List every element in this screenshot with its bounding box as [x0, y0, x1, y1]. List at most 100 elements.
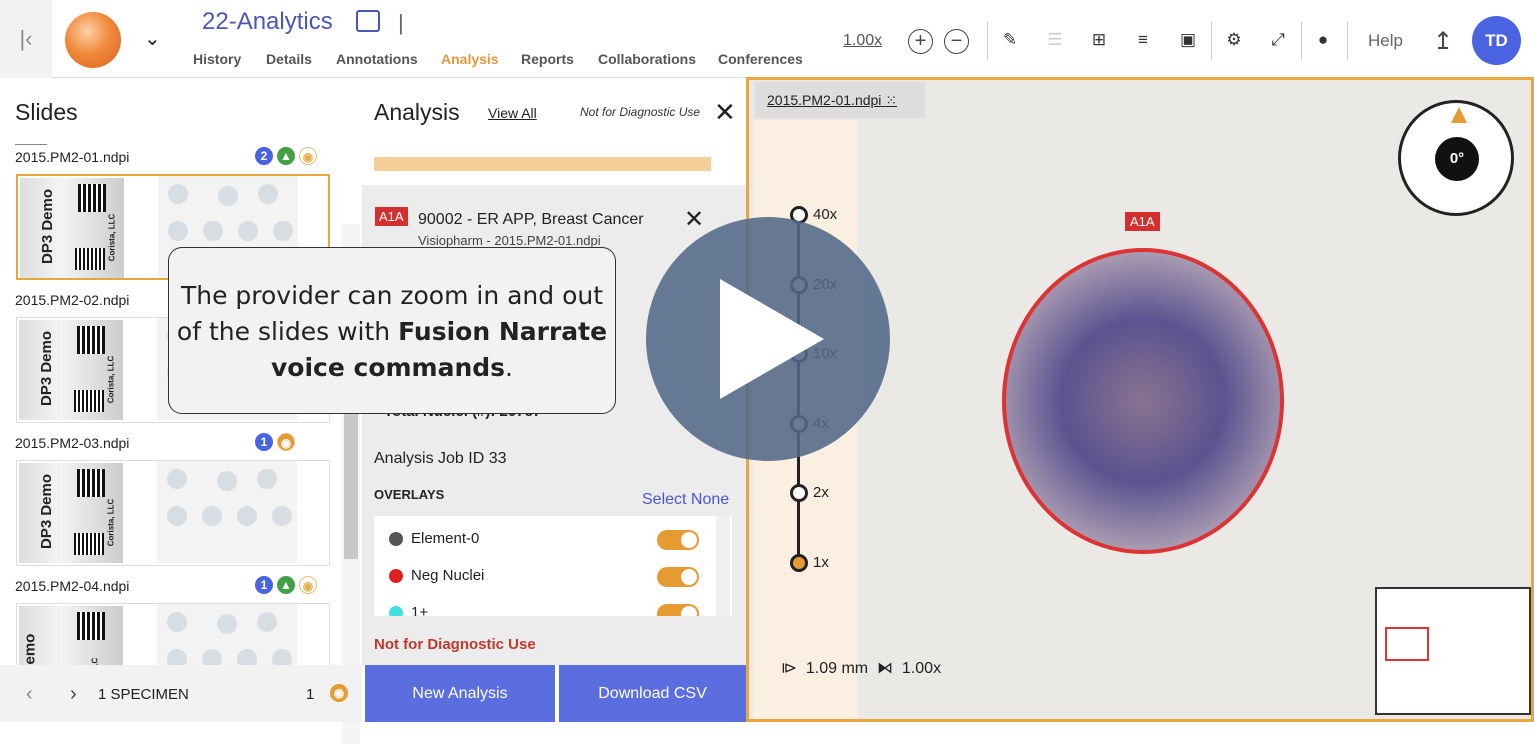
logo — [65, 12, 121, 68]
overlay-color-dot — [389, 531, 403, 546]
qr-code — [77, 612, 105, 640]
overlay-list: Element-0 Neg Nuclei 1+ — [374, 516, 732, 616]
tab-history[interactable]: History — [193, 51, 241, 67]
job-subtitle: Visiopharm - 2015.PM2-01.ndpi — [418, 233, 601, 248]
scale-length: 1.09 mm — [805, 660, 869, 677]
prev-page-icon[interactable]: ‹ — [26, 683, 33, 706]
overlay-item: 1+ — [389, 604, 428, 616]
grid-icon[interactable]: ⊞ — [1088, 30, 1110, 52]
zoom-stop[interactable] — [790, 553, 808, 572]
close-icon[interactable]: ✕ — [684, 205, 704, 234]
annotation-tag: A1A — [375, 207, 408, 226]
minimap[interactable] — [1375, 587, 1531, 715]
avatar[interactable]: TD — [1472, 16, 1521, 65]
eye-icon: ◉ — [277, 433, 295, 451]
sliders-icon[interactable]: ≡ — [1132, 30, 1154, 52]
vendor-text: Corista, LLC — [106, 355, 116, 404]
annotation-tag[interactable]: A1A — [1125, 212, 1160, 231]
overlay-toggle[interactable] — [657, 567, 699, 587]
layers-icon: ☰ — [1047, 30, 1063, 49]
tissue-core — [218, 186, 238, 206]
palette-icon[interactable]: ● — [1312, 30, 1334, 52]
flask-icon: ▲ — [277, 576, 295, 594]
tutorial-callout: The provider can zoom in and out of the … — [168, 247, 616, 414]
tab-analysis[interactable]: Analysis — [441, 51, 499, 67]
specimen-count: 1 SPECIMEN — [98, 686, 189, 703]
tab-collaborations[interactable]: Collaborations — [598, 51, 696, 67]
divider — [15, 144, 47, 145]
pencil-icon[interactable]: ✎ — [999, 30, 1021, 52]
slide-badges: 1 ◉ — [255, 433, 295, 451]
minimap-viewport[interactable] — [1385, 627, 1429, 661]
overlay-name: Element-0 — [411, 530, 480, 547]
slide-name[interactable]: 2015.PM2-04.ndpi — [15, 578, 129, 594]
next-page-icon[interactable]: › — [70, 683, 77, 706]
label-text: DP3 Demo — [38, 330, 56, 407]
overlay-toggle[interactable] — [657, 530, 699, 550]
slide-thumbnail[interactable]: DP3 Demo Corista, LLC — [16, 460, 330, 566]
divider: | — [398, 10, 404, 35]
divider — [1347, 22, 1348, 60]
collapse-sidebar-icon[interactable]: |‹ — [0, 0, 52, 78]
overlay-toggle[interactable] — [657, 604, 699, 616]
job-title: 90002 - ER APP, Breast Cancer — [418, 211, 644, 228]
gear-icon[interactable]: ⚙ — [1223, 30, 1245, 52]
divider — [1301, 22, 1302, 60]
barcode — [75, 248, 105, 270]
qr-code — [77, 469, 105, 497]
slide-badges: 1 ▲ ◉ — [255, 576, 317, 594]
analysis-count-badge: 1 — [255, 576, 273, 594]
zoom-stop-label[interactable]: 1x — [813, 554, 829, 571]
rotation-compass[interactable]: 0° — [1398, 100, 1514, 216]
zoom-out-icon[interactable]: − — [944, 29, 969, 54]
upload-icon[interactable]: ↥ — [1433, 27, 1453, 56]
qr-code — [78, 184, 106, 212]
vendor-text: Corista, LLC — [107, 213, 117, 262]
close-icon[interactable]: ✕ — [714, 97, 736, 128]
zoom-stop-label[interactable]: 40x — [813, 206, 837, 223]
play-button[interactable] — [646, 217, 890, 461]
tissue-core — [257, 469, 277, 489]
tissue-core-annotation[interactable] — [1002, 248, 1284, 554]
zoom-in-icon[interactable]: + — [908, 29, 933, 54]
zoom-level[interactable]: 1.00x — [843, 32, 882, 50]
job-id: Analysis Job ID 33 — [374, 450, 507, 467]
tissue-core — [167, 612, 187, 632]
chevron-down-icon[interactable]: ⌄ — [144, 26, 161, 51]
tissue-core — [238, 221, 258, 241]
tissue-core — [167, 506, 187, 526]
fullscreen-icon[interactable]: ⤢ — [1267, 30, 1289, 52]
tab-conferences[interactable]: Conferences — [718, 51, 803, 67]
download-csv-button[interactable]: Download CSV — [559, 665, 746, 722]
scale-bar: ⧐ 1.09 mm ⧑ 1.00x — [781, 660, 942, 677]
slide-name[interactable]: 2015.PM2-03.ndpi — [15, 435, 129, 451]
zoom-stop-label[interactable]: 2x — [813, 484, 829, 501]
top-bar: |‹ ⌄ 22-Analytics | History Details Anno… — [0, 0, 1534, 78]
comment-icon[interactable] — [356, 10, 380, 32]
scrollbar[interactable] — [716, 516, 730, 616]
tissue-core — [168, 221, 188, 241]
tissue-core — [202, 506, 222, 526]
tab-annotations[interactable]: Annotations — [336, 51, 418, 67]
progress-bar — [374, 157, 711, 171]
tissue-core — [273, 221, 293, 241]
slide-name[interactable]: 2015.PM2-01.ndpi — [15, 149, 129, 165]
file-tab[interactable]: 2015.PM2-01.ndpi ⁙ — [755, 82, 925, 118]
help-button[interactable]: Help — [1368, 31, 1403, 51]
tab-reports[interactable]: Reports — [521, 51, 574, 67]
new-analysis-button[interactable]: New Analysis — [365, 665, 555, 722]
label-text: DP3 Demo — [39, 188, 57, 265]
tissue-core — [272, 506, 292, 526]
slide-name[interactable]: 2015.PM2-02.ndpi — [15, 292, 129, 308]
view-all-link[interactable]: View All — [488, 105, 537, 121]
overlay-name: 1+ — [411, 604, 429, 616]
eye-icon: ◉ — [330, 684, 348, 702]
screenshot-icon[interactable]: ▣ — [1177, 30, 1199, 52]
slide-label: DP3 Demo Corista, LLC — [19, 320, 123, 420]
select-none-link[interactable]: Select None — [642, 491, 729, 509]
analysis-count-badge: 2 — [255, 147, 273, 165]
case-title: 22-Analytics — [202, 8, 333, 35]
zoom-stop[interactable] — [790, 484, 808, 502]
play-icon — [720, 279, 824, 399]
tab-details[interactable]: Details — [266, 51, 312, 67]
